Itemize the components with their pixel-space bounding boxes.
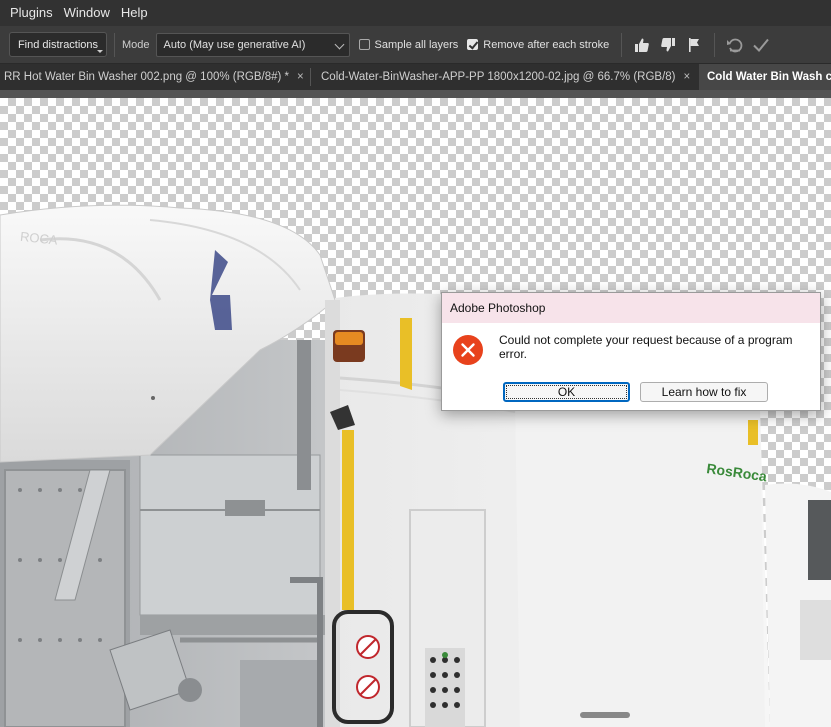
tab-label: Cold Water Bin Wash car bbox=[707, 71, 831, 83]
commit-check-icon bbox=[753, 38, 770, 52]
thumbs-up-icon bbox=[635, 38, 650, 52]
tab-divider bbox=[310, 68, 311, 86]
commit-button[interactable] bbox=[748, 32, 774, 58]
menu-window[interactable]: Window bbox=[60, 0, 117, 26]
options-divider bbox=[114, 32, 115, 57]
dialog-message: Could not complete your request because … bbox=[499, 333, 793, 361]
error-dialog: Adobe Photoshop Could not complete your … bbox=[441, 292, 821, 411]
menu-help[interactable]: Help bbox=[117, 0, 155, 26]
document-tab[interactable]: RR Hot Water Bin Washer 002.png @ 100% (… bbox=[0, 64, 309, 90]
menu-plugins[interactable]: Plugins bbox=[0, 0, 60, 26]
thumbs-down-button[interactable] bbox=[655, 32, 681, 58]
dropdown-triangle-icon bbox=[97, 50, 103, 53]
reset-button[interactable] bbox=[722, 32, 748, 58]
close-icon[interactable]: × bbox=[683, 71, 690, 83]
options-divider bbox=[621, 32, 623, 57]
document-canvas[interactable]: ROCA RosRoca Adobe Photoshop Could not c… bbox=[0, 90, 831, 727]
checkbox-box bbox=[358, 39, 370, 50]
ok-button[interactable]: OK bbox=[503, 382, 630, 402]
dialog-title: Adobe Photoshop bbox=[442, 293, 820, 323]
document-tab[interactable]: Cold-Water-BinWasher-APP-PP 1800x1200-02… bbox=[317, 64, 697, 90]
thumbs-down-icon bbox=[661, 37, 676, 51]
sample-all-layers-label: Sample all layers bbox=[374, 38, 459, 51]
remove-after-stroke-checkbox[interactable]: Remove after each stroke bbox=[467, 39, 609, 51]
find-distractions-label: Find distractions bbox=[17, 38, 99, 51]
sample-all-layers-checkbox[interactable]: Sample all layers bbox=[358, 38, 459, 51]
learn-how-to-fix-button[interactable]: Learn how to fix bbox=[640, 382, 768, 402]
error-icon bbox=[453, 335, 483, 365]
options-bar: Find distractions Mode Auto (May use gen… bbox=[0, 26, 831, 64]
menu-bar: Plugins Window Help bbox=[0, 0, 831, 26]
thumbs-up-button[interactable] bbox=[629, 32, 655, 58]
flag-icon bbox=[689, 37, 700, 52]
tab-label: Cold-Water-BinWasher-APP-PP 1800x1200-02… bbox=[321, 71, 676, 83]
tab-label: RR Hot Water Bin Washer 002.png @ 100% (… bbox=[4, 71, 290, 83]
mode-label: Mode bbox=[122, 38, 150, 51]
find-distractions-button[interactable]: Find distractions bbox=[9, 32, 107, 57]
options-divider bbox=[714, 32, 716, 57]
mode-value: Auto (May use generative AI) bbox=[163, 38, 306, 51]
remove-after-stroke-label: Remove after each stroke bbox=[483, 38, 610, 51]
reset-icon bbox=[727, 38, 743, 52]
mode-select[interactable]: Auto (May use generative AI) bbox=[155, 32, 350, 57]
close-icon[interactable]: × bbox=[297, 71, 304, 83]
flag-button[interactable] bbox=[681, 32, 707, 58]
chevron-down-icon bbox=[334, 39, 344, 49]
document-tab-active[interactable]: Cold Water Bin Wash car bbox=[699, 64, 831, 90]
document-tabs: RR Hot Water Bin Washer 002.png @ 100% (… bbox=[0, 64, 831, 90]
checkbox-box-checked bbox=[467, 39, 479, 50]
